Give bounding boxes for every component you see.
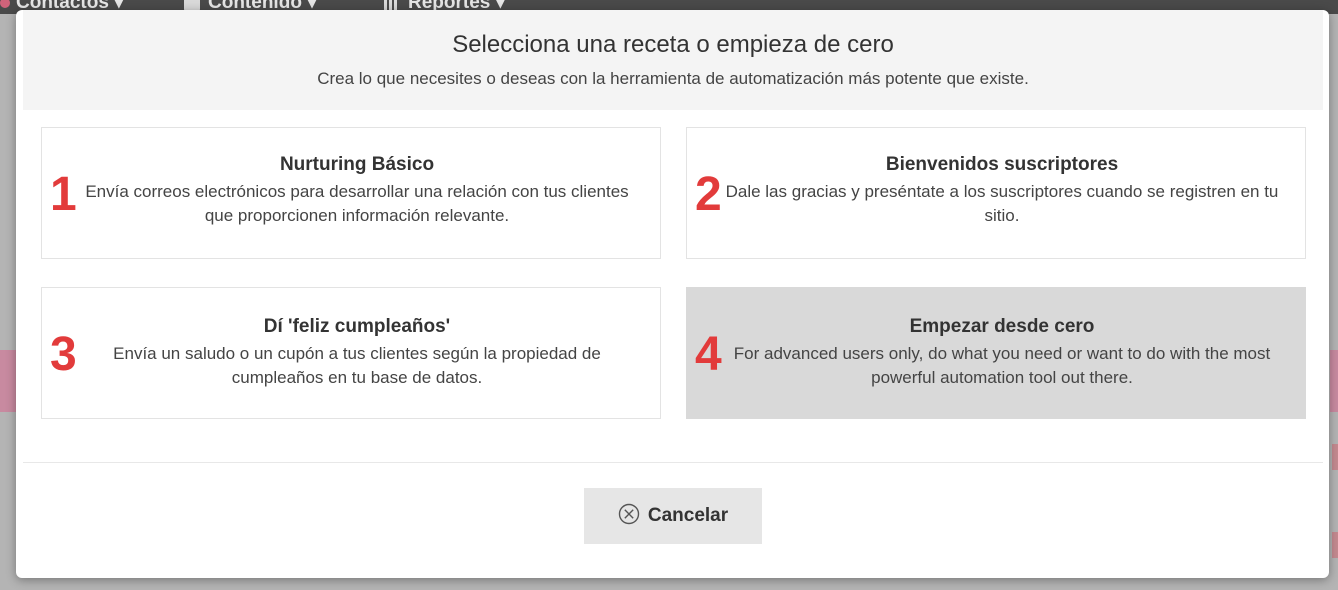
recipe-card-feliz-cumpleanos[interactable]: 3 Dí 'feliz cumpleaños' Envía un saludo … <box>41 287 661 419</box>
recipe-description: For advanced users only, do what you nee… <box>733 344 1271 387</box>
recipe-selection-modal: Selecciona una receta o empieza de cero … <box>16 10 1329 578</box>
recipe-body: Empezar desde cero For advanced users on… <box>717 314 1287 390</box>
recipe-title: Dí 'feliz cumpleaños' <box>263 316 451 337</box>
recipe-card-empezar-desde-cero[interactable]: 4 Empezar desde cero For advanced users … <box>686 287 1306 419</box>
background-highlight-bar <box>0 350 16 412</box>
recipe-title: Empezar desde cero <box>909 316 1095 337</box>
contacts-icon <box>0 0 10 8</box>
recipe-title: Nurturing Básico <box>279 154 435 175</box>
recipe-card-nurturing-basico[interactable]: 1 Nurturing Básico Envía correos electró… <box>41 127 661 259</box>
recipe-description: Envía correos electrónicos para desarrol… <box>85 182 629 225</box>
recipe-description: Dale las gracias y preséntate a los susc… <box>725 182 1279 225</box>
recipe-body: Bienvenidos suscriptores Dale las gracia… <box>717 152 1287 228</box>
cancel-button[interactable]: Cancelar <box>584 488 762 544</box>
background-badge-edge <box>1332 532 1338 558</box>
circle-x-icon <box>618 504 640 525</box>
recipe-title: Bienvenidos suscriptores <box>885 154 1119 175</box>
modal-subtitle: Crea lo que necesites o deseas con la he… <box>317 69 1029 88</box>
recipe-description: Envía un saludo o un cupón a tus cliente… <box>113 344 601 387</box>
background-button-edge <box>1330 350 1338 412</box>
recipe-body: Dí 'feliz cumpleaños' Envía un saludo o … <box>72 314 642 390</box>
recipe-card-bienvenidos-suscriptores[interactable]: 2 Bienvenidos suscriptores Dale las grac… <box>686 127 1306 259</box>
cancel-label: Cancelar <box>647 505 729 526</box>
modal-footer-divider <box>23 462 1323 463</box>
background-badge-edge <box>1332 444 1338 470</box>
recipe-body: Nurturing Básico Envía correos electróni… <box>72 152 642 228</box>
modal-title: Selecciona una receta o empieza de cero <box>452 31 894 58</box>
modal-header: Selecciona una receta o empieza de cero … <box>23 10 1323 110</box>
